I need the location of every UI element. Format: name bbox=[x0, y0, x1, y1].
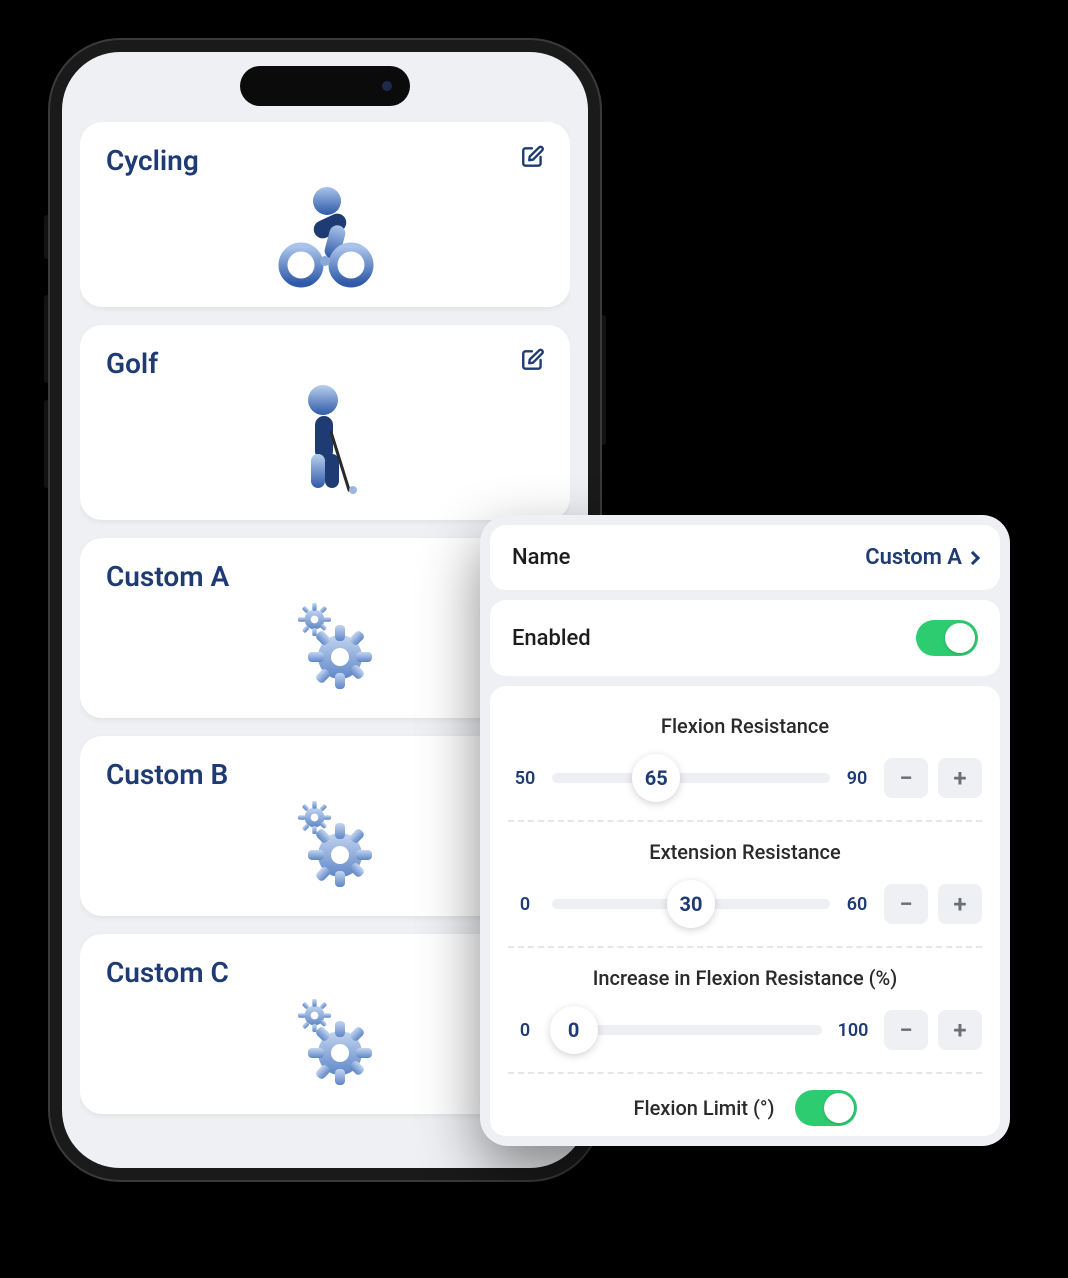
decrement-button[interactable]: − bbox=[884, 1010, 928, 1050]
chevron-right-icon bbox=[966, 550, 980, 564]
flexion-limit-label: Flexion Limit (°) bbox=[633, 1096, 774, 1120]
name-label: Name bbox=[512, 545, 570, 570]
decrement-button[interactable]: − bbox=[884, 884, 928, 924]
name-value-text: Custom A bbox=[865, 545, 962, 570]
activity-title: Golf bbox=[106, 347, 544, 380]
activity-title: Custom A bbox=[106, 560, 544, 593]
flexion-limit-row: Flexion Limit (°) bbox=[508, 1074, 982, 1132]
slider-thumb[interactable]: 0 bbox=[550, 1006, 598, 1054]
decrement-button[interactable]: − bbox=[884, 758, 928, 798]
slider-max: 60 bbox=[840, 894, 874, 915]
gears-icon bbox=[106, 991, 544, 1091]
edit-icon[interactable] bbox=[520, 347, 546, 377]
slider-title: Extension Resistance bbox=[508, 840, 982, 864]
activity-title: Custom C bbox=[106, 956, 544, 989]
name-value[interactable]: Custom A bbox=[865, 545, 978, 570]
slider-min: 0 bbox=[508, 1020, 542, 1041]
enabled-toggle[interactable] bbox=[916, 620, 978, 656]
name-row[interactable]: Name Custom A bbox=[490, 525, 1000, 590]
flexion-limit-toggle[interactable] bbox=[795, 1090, 857, 1126]
slider-min: 50 bbox=[508, 768, 542, 789]
slider-thumb[interactable]: 65 bbox=[632, 754, 680, 802]
slider-track[interactable]: 30 bbox=[552, 899, 830, 909]
enabled-label: Enabled bbox=[512, 626, 591, 651]
slider-track[interactable]: 0 bbox=[552, 1025, 822, 1035]
slider-title: Increase in Flexion Resistance (%) bbox=[508, 966, 982, 990]
sliders-card: Flexion Resistance 50 65 90 − + Extensio… bbox=[490, 686, 1000, 1136]
activity-card-golf[interactable]: Golf bbox=[80, 325, 570, 520]
gears-icon bbox=[106, 793, 544, 893]
golf-icon bbox=[106, 382, 544, 502]
phone-power-button bbox=[600, 315, 606, 445]
increment-button[interactable]: + bbox=[938, 884, 982, 924]
slider-flexion-resistance: Flexion Resistance 50 65 90 − + bbox=[508, 696, 982, 822]
activity-title: Cycling bbox=[106, 144, 544, 177]
cycling-icon bbox=[106, 179, 544, 289]
slider-extension-resistance: Extension Resistance 0 30 60 − + bbox=[508, 822, 982, 948]
slider-thumb[interactable]: 30 bbox=[667, 880, 715, 928]
slider-max: 100 bbox=[832, 1020, 874, 1041]
dynamic-island bbox=[240, 66, 410, 106]
slider-increase-flexion: Increase in Flexion Resistance (%) 0 0 1… bbox=[508, 948, 982, 1074]
gears-icon bbox=[106, 595, 544, 695]
slider-min: 0 bbox=[508, 894, 542, 915]
activity-settings-panel: Name Custom A Enabled Flexion Resistance… bbox=[480, 515, 1010, 1146]
activity-card-cycling[interactable]: Cycling bbox=[80, 122, 570, 307]
slider-track[interactable]: 65 bbox=[552, 773, 830, 783]
increment-button[interactable]: + bbox=[938, 758, 982, 798]
activity-title: Custom B bbox=[106, 758, 544, 791]
increment-button[interactable]: + bbox=[938, 1010, 982, 1050]
slider-title: Flexion Resistance bbox=[508, 714, 982, 738]
enabled-row: Enabled bbox=[490, 600, 1000, 676]
slider-max: 90 bbox=[840, 768, 874, 789]
edit-icon[interactable] bbox=[520, 144, 546, 174]
